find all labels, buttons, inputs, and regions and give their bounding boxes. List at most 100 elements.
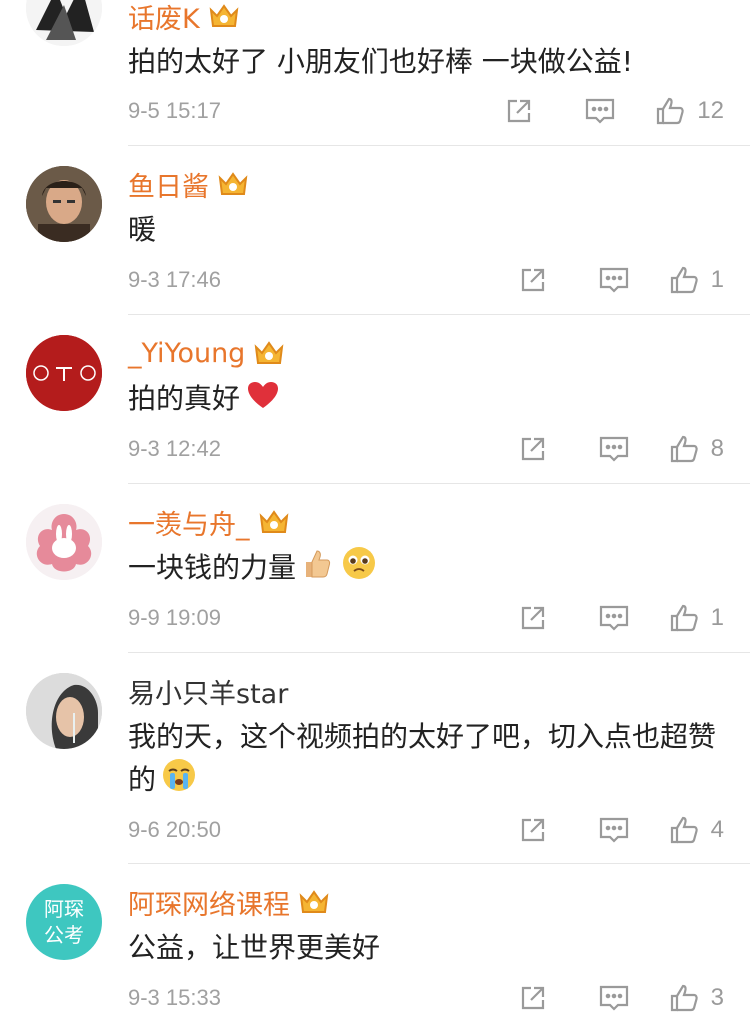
comment-meta: 9-3 17:46 1 (128, 263, 724, 297)
comment-icon (599, 605, 628, 631)
like-count: 1 (710, 266, 724, 293)
comment-actions: 4 (519, 813, 724, 847)
avatar[interactable] (26, 0, 102, 46)
comment-icon (599, 436, 628, 462)
divider (128, 863, 750, 864)
comment-actions: 1 (519, 601, 724, 635)
username-text: 话废K (128, 3, 200, 35)
vip-crown-icon (258, 508, 290, 536)
avatar-label: 阿琛公考 (44, 897, 84, 947)
divider (128, 314, 750, 315)
avatar[interactable] (26, 673, 102, 749)
comment-text: 公益，让世界更美好 (128, 931, 381, 964)
username[interactable]: 易小只羊star (128, 675, 288, 710)
comment-text: 拍的真好 (128, 377, 728, 422)
username-text: 阿琛网络课程 (128, 889, 290, 921)
heart-emoji-icon (246, 379, 280, 422)
avatar[interactable]: 阿琛公考 (26, 884, 102, 960)
comment-actions: 8 (519, 432, 724, 466)
share-icon (521, 818, 544, 842)
comment-icon (599, 817, 628, 843)
comment-time: 9-6 20:50 (128, 817, 221, 842)
share-button[interactable] (505, 97, 533, 125)
username-text: 易小只羊star (128, 678, 289, 710)
like-button[interactable]: 1 (669, 265, 724, 295)
comment-text: 暖 (128, 213, 157, 246)
avatar[interactable] (26, 504, 102, 580)
like-count: 12 (697, 97, 724, 124)
comment-time: 9-9 19:09 (128, 605, 221, 630)
username-text: _YiYoung (128, 337, 246, 369)
comment-text-content: 我的天，这个视频拍的太好了吧，切入点也超赞的 (128, 720, 717, 796)
share-icon (521, 606, 544, 630)
share-button[interactable] (519, 816, 547, 844)
comment-text-content: 拍的真好 (128, 382, 241, 415)
thumbs-up-icon (657, 97, 685, 125)
comment-actions: 1 (519, 263, 724, 297)
comment-actions: 12 (505, 94, 724, 128)
comment-meta: 9-9 19:09 1 (128, 601, 724, 635)
comment-text: 拍的太好了 小朋友们也好棒 一块做公益! (128, 45, 634, 78)
share-icon (521, 437, 544, 461)
username[interactable]: _YiYoung (128, 337, 285, 369)
comment-meta: 9-5 15:17 12 (128, 94, 724, 128)
username[interactable]: 鱼日酱 (128, 168, 249, 203)
username-text: 鱼日酱 (128, 171, 209, 203)
comment-time: 9-3 17:46 (128, 267, 221, 292)
thumbs-up-icon (670, 984, 698, 1012)
comment-time: 9-5 15:17 (128, 98, 221, 123)
username[interactable]: 阿琛网络课程 (128, 886, 330, 921)
like-button[interactable]: 1 (669, 603, 724, 633)
reply-button[interactable] (599, 816, 629, 844)
vip-crown-icon (208, 2, 240, 30)
like-count: 1 (710, 604, 724, 631)
like-count: 8 (710, 435, 724, 462)
thumbs-up-icon (670, 604, 698, 632)
comment-icon (599, 267, 628, 293)
thumbs-up-icon (670, 435, 698, 463)
avatar[interactable] (26, 166, 102, 242)
username-text: 一羡与舟_ (128, 509, 250, 541)
teary-face-emoji-icon (342, 546, 376, 592)
username[interactable]: 一羡与舟_ (128, 506, 290, 541)
comment-meta: 9-3 12:42 8 (128, 432, 724, 466)
like-button[interactable]: 12 (655, 96, 724, 126)
comment-actions: 3 (519, 981, 724, 1015)
reply-button[interactable] (599, 435, 629, 463)
comment-text-content: 一块钱的力量 (128, 551, 297, 584)
comment-icon (599, 985, 628, 1011)
like-count: 3 (710, 984, 724, 1011)
share-button[interactable] (519, 435, 547, 463)
comment-text: 一块钱的力量 (128, 546, 728, 592)
vip-crown-icon (253, 339, 285, 367)
like-button[interactable]: 8 (669, 434, 724, 464)
reply-button[interactable] (585, 97, 615, 125)
share-button[interactable] (519, 984, 547, 1012)
comment-time: 9-3 15:33 (128, 985, 221, 1010)
like-count: 4 (710, 816, 724, 843)
username[interactable]: 话废K (128, 0, 240, 35)
thumbs-up-icon (670, 816, 698, 844)
divider (128, 652, 750, 653)
reply-button[interactable] (599, 266, 629, 294)
like-button[interactable]: 4 (669, 815, 724, 845)
comment-icon (586, 98, 615, 124)
thumbs-up-emoji-icon (302, 547, 332, 591)
avatar[interactable] (26, 335, 102, 411)
share-button[interactable] (519, 604, 547, 632)
like-button[interactable]: 3 (669, 983, 724, 1013)
vip-crown-icon (298, 888, 330, 916)
comment-meta: 9-3 15:33 3 (128, 981, 724, 1015)
share-button[interactable] (519, 266, 547, 294)
comment-time: 9-3 12:42 (128, 436, 221, 461)
reply-button[interactable] (599, 984, 629, 1012)
reply-button[interactable] (599, 604, 629, 632)
divider (128, 483, 750, 484)
share-icon (521, 268, 544, 292)
share-icon (521, 986, 544, 1010)
comment-text: 我的天，这个视频拍的太好了吧，切入点也超赞的 (128, 715, 728, 804)
share-icon (508, 99, 531, 123)
divider (128, 145, 750, 146)
vip-crown-icon (217, 170, 249, 198)
thumbs-up-icon (670, 266, 698, 294)
